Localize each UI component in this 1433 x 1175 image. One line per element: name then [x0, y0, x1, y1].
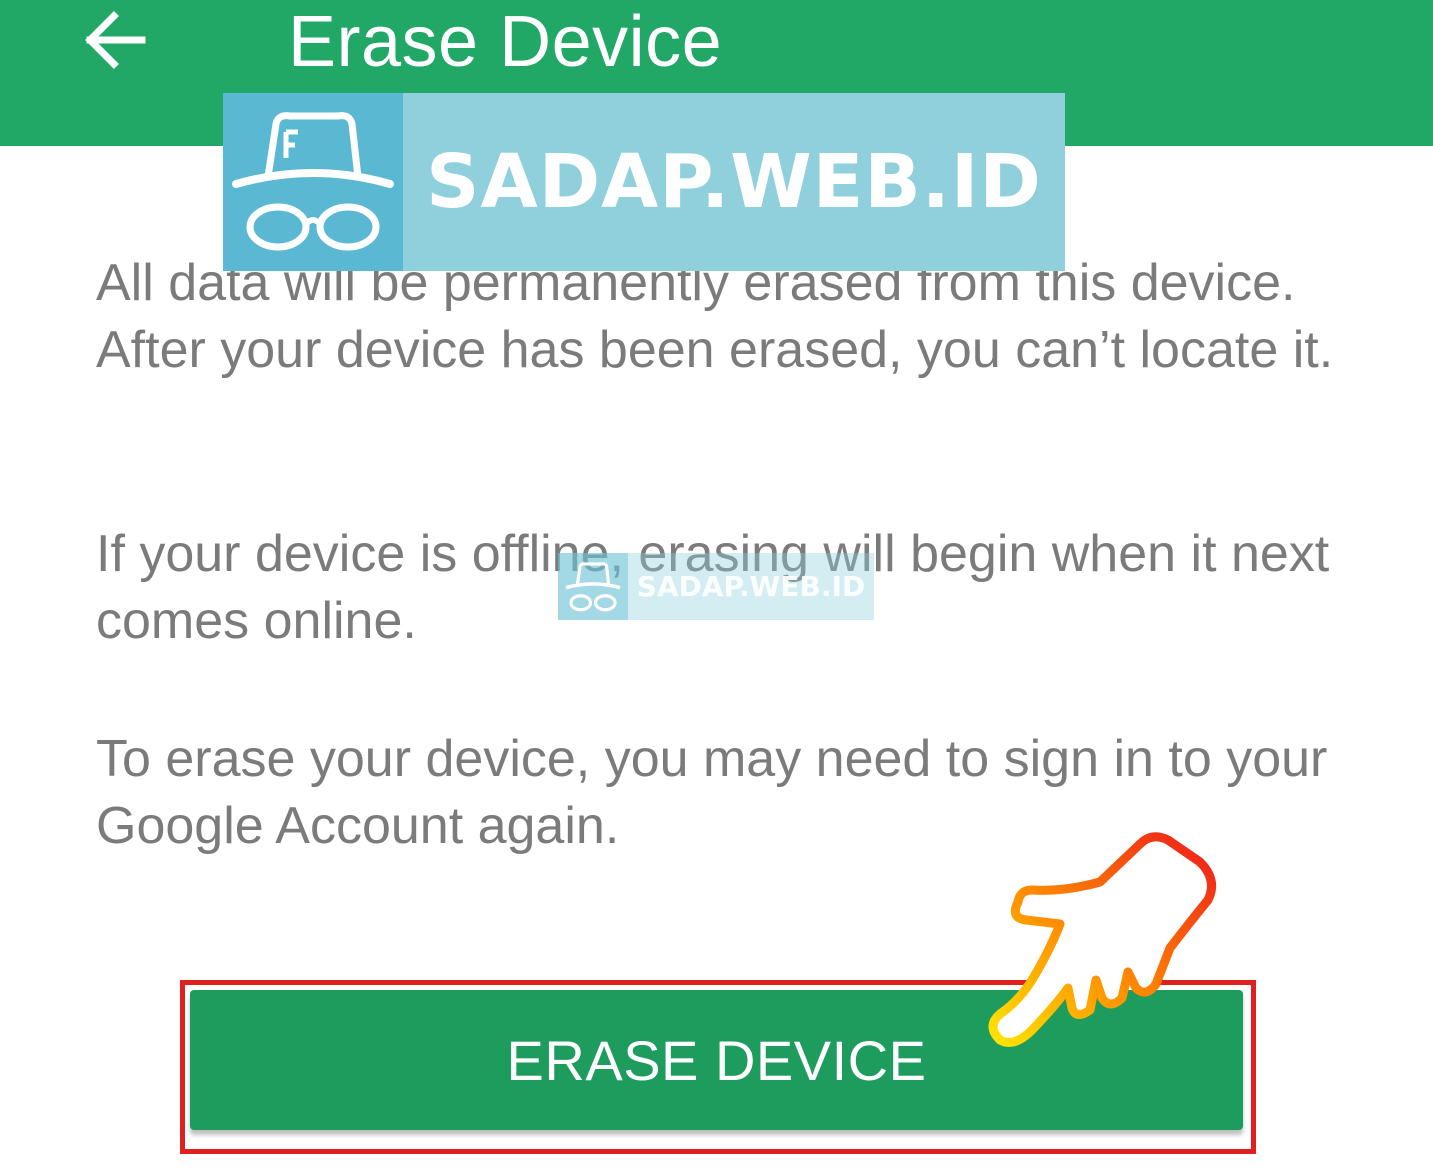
- incognito-hat-glasses-icon: [232, 112, 394, 251]
- erase-device-button-label: ERASE DEVICE: [506, 1028, 927, 1092]
- watermark-small-text: SADAP.WEB.ID: [636, 570, 866, 603]
- watermark-text: SADAP.WEB.ID: [426, 139, 1042, 225]
- pointing-hand-icon: [988, 832, 1217, 1047]
- page-title: Erase Device: [288, 2, 723, 82]
- watermark-logo: [223, 93, 403, 271]
- watermark-banner: SADAP.WEB.ID: [223, 93, 1065, 271]
- arrow-left-icon: [85, 11, 146, 69]
- incognito-hat-glasses-icon: [565, 561, 621, 611]
- watermark-small: SADAP.WEB.ID: [558, 553, 874, 620]
- back-button[interactable]: [60, 0, 170, 80]
- watermark-small-logo: [558, 553, 628, 620]
